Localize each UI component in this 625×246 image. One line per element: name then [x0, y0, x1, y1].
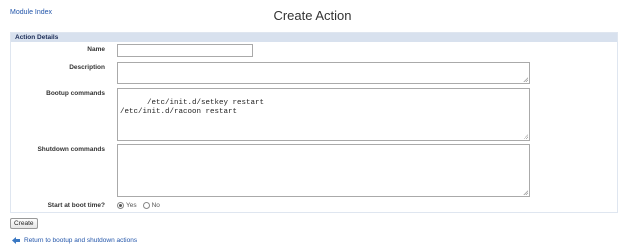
bootup-commands-textarea[interactable]: /etc/init.d/setkey restart /etc/init.d/r… [117, 88, 530, 141]
return-link[interactable]: Return to bootup and shutdown actions [12, 237, 137, 244]
bootup-label: Bootup commands [46, 90, 105, 97]
resize-grip-icon[interactable] [523, 77, 528, 82]
start-at-boot-no-radio[interactable] [142, 202, 150, 209]
name-input[interactable] [117, 44, 253, 57]
start-at-boot-radio-group: Yes No [117, 202, 160, 209]
start-at-boot-yes-radio[interactable] [117, 202, 124, 209]
description-label: Description [69, 64, 105, 71]
return-link-label[interactable]: Return to bootup and shutdown actions [24, 237, 137, 244]
page-title: Create Action [273, 8, 352, 23]
start-at-boot-row: Start at boot time? Yes No [11, 201, 617, 211]
shutdown-row: Shutdown commands [11, 144, 617, 197]
start-at-boot-no-label[interactable]: No [152, 202, 160, 209]
name-row: Name [11, 44, 617, 57]
description-row: Description [11, 62, 617, 84]
start-at-boot-label: Start at boot time? [47, 202, 105, 209]
section-header: Action Details [11, 33, 617, 42]
left-arrow-icon [12, 237, 20, 244]
create-button[interactable]: Create [10, 218, 38, 229]
description-textarea[interactable] [117, 62, 530, 84]
shutdown-label: Shutdown commands [37, 146, 105, 153]
bootup-commands-text: /etc/init.d/setkey restart /etc/init.d/r… [120, 99, 265, 116]
name-label: Name [87, 46, 105, 53]
start-at-boot-yes-label[interactable]: Yes [126, 202, 137, 209]
resize-grip-icon[interactable] [523, 190, 528, 195]
resize-grip-icon[interactable] [523, 134, 528, 139]
shutdown-commands-textarea[interactable] [117, 144, 530, 197]
bootup-row: Bootup commands /etc/init.d/setkey resta… [11, 88, 617, 141]
action-details-panel: Action Details Name Description Bootup c… [10, 32, 618, 213]
